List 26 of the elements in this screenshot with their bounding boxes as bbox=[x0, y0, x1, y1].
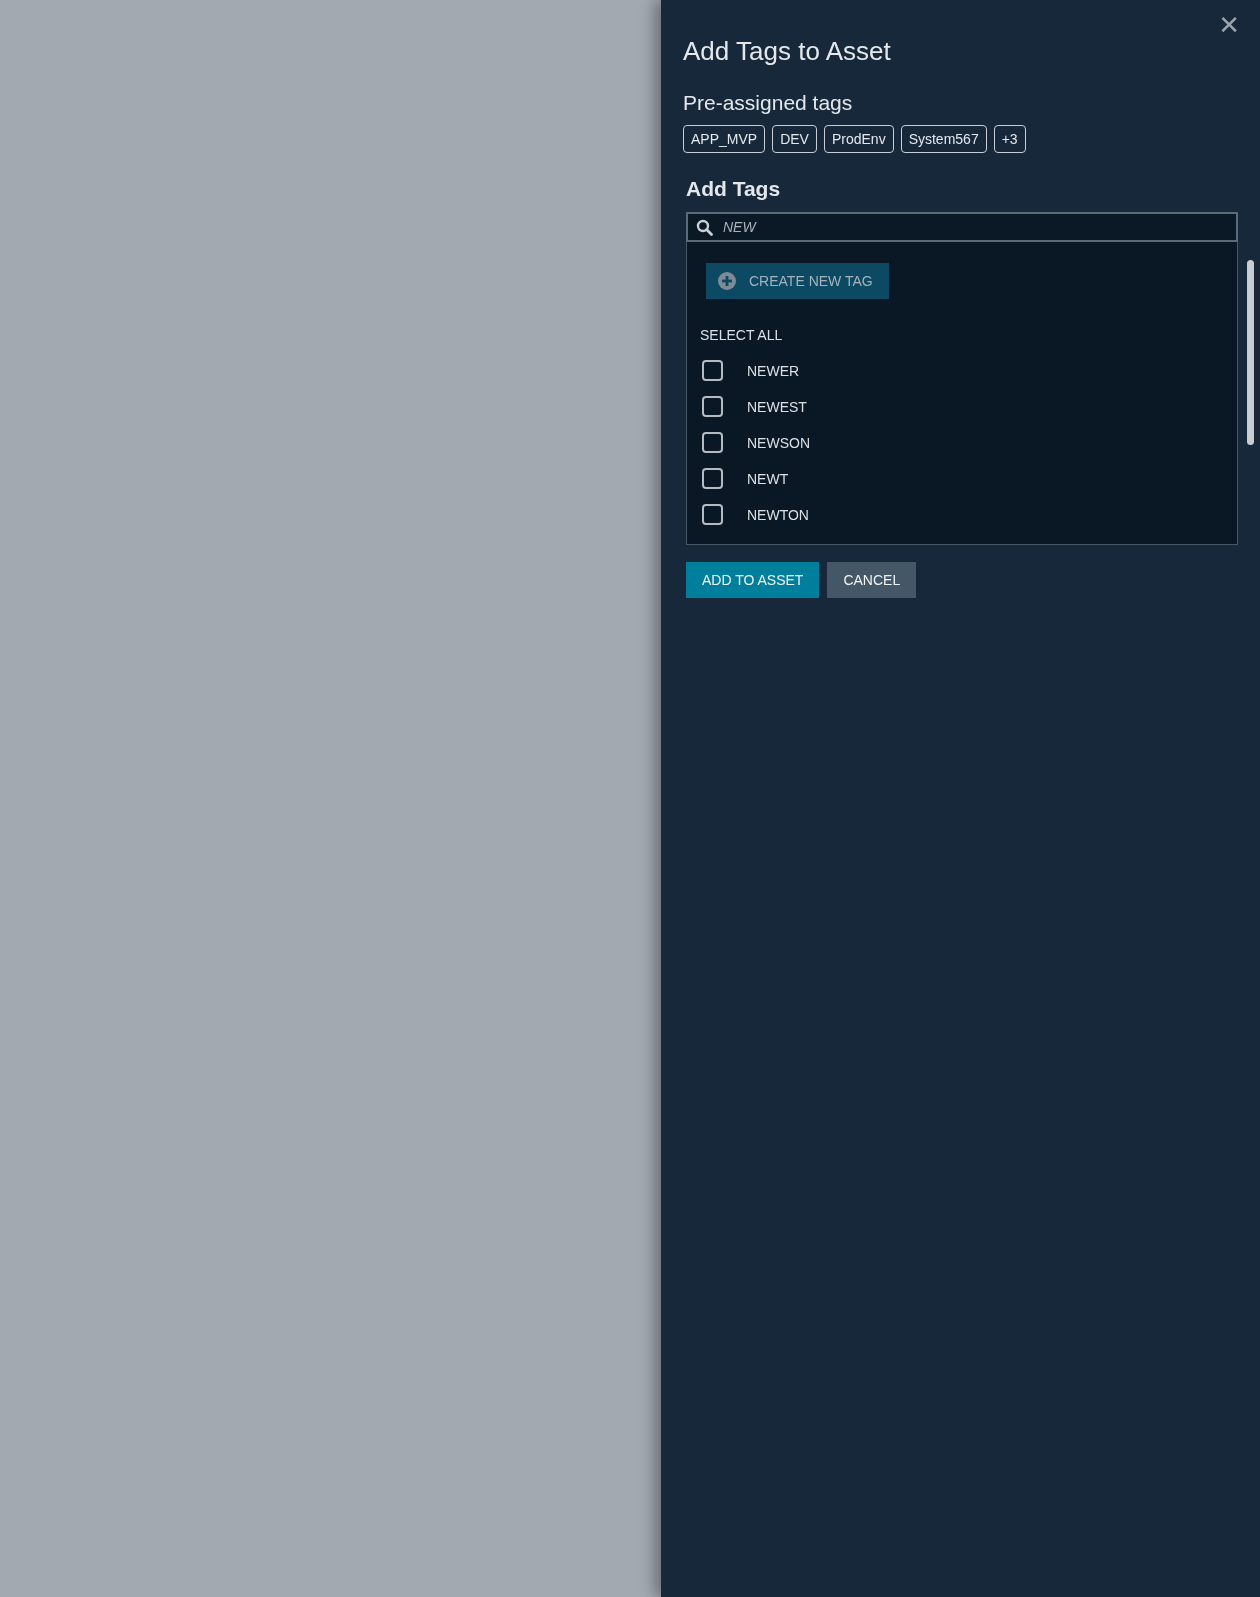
panel-title: Add Tags to Asset bbox=[683, 36, 892, 67]
option-label: NEWER bbox=[747, 362, 800, 379]
option-label: NEWEST bbox=[747, 398, 807, 415]
tag-chip: ProdEnv bbox=[823, 125, 894, 153]
option-label: NEWT bbox=[747, 470, 789, 487]
checkbox[interactable] bbox=[702, 504, 723, 525]
section-heading: Pre-assigned tags bbox=[683, 91, 854, 115]
tag-chip: System567 bbox=[900, 125, 987, 153]
option-label: NEWTON bbox=[747, 506, 809, 523]
create-tag-button[interactable]: CREATE NEW TAG bbox=[706, 263, 889, 299]
select-all-link[interactable]: SELECT ALL bbox=[700, 327, 783, 343]
tag-chip: +3 bbox=[993, 125, 1026, 153]
checkbox[interactable] bbox=[702, 360, 723, 381]
option-label: NEWSON bbox=[747, 434, 810, 451]
cancel-button[interactable]: CANCEL bbox=[827, 562, 917, 598]
section-heading: Add Tags bbox=[686, 177, 782, 201]
tag-chip: DEV bbox=[772, 125, 817, 153]
search-field[interactable]: NEW bbox=[686, 212, 1238, 242]
checkbox[interactable] bbox=[702, 432, 723, 453]
add-button[interactable]: ADD TO ASSET bbox=[686, 562, 820, 598]
tag-chip: APP_MVP bbox=[683, 125, 766, 153]
scrollbar-thumb[interactable] bbox=[1247, 260, 1254, 445]
plus-icon bbox=[718, 272, 736, 290]
checkbox[interactable] bbox=[702, 396, 723, 417]
close-button[interactable]: ✕ bbox=[1218, 10, 1240, 40]
checkbox[interactable] bbox=[702, 468, 723, 489]
